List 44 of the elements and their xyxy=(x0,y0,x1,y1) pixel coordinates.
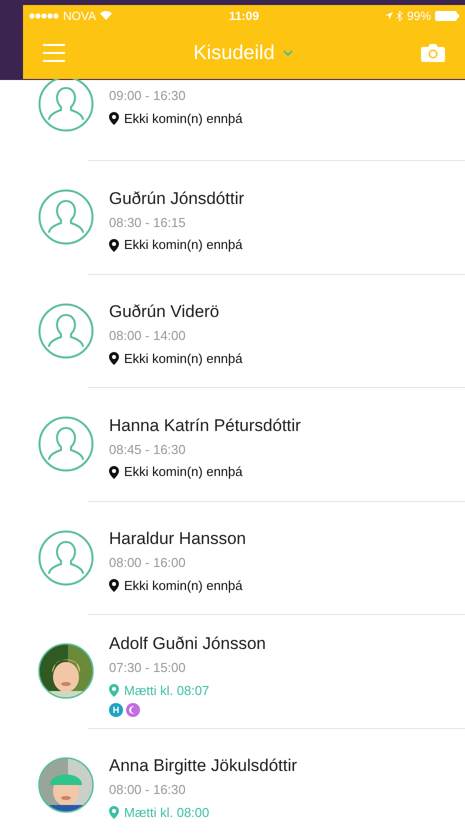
attendance-status: Ekki komin(n) ennþá xyxy=(124,350,242,368)
child-row[interactable]: Adolf Guðni Jónsson 07:30 - 15:00 Mætti kl. 08:07 H xyxy=(0,614,465,728)
user-icon xyxy=(38,302,94,359)
user-icon xyxy=(38,76,94,132)
bluetooth-icon xyxy=(396,10,403,20)
camera-button[interactable] xyxy=(421,44,445,62)
child-name: Adolf Guðni Jónsson xyxy=(109,633,266,656)
attendance-status: Ekki komin(n) ennþá xyxy=(124,110,242,128)
signal-icon xyxy=(29,12,59,18)
child-name: Hanna Katrín Pétursdóttir xyxy=(109,414,301,437)
attendance-status: Mætti kl. 08:00 xyxy=(124,804,210,822)
attendance-status: Mætti kl. 08:07 xyxy=(124,682,210,700)
child-row[interactable]: Guðrún Viderö 08:00 - 14:00 Ekki komin(n) ennþá xyxy=(0,274,465,387)
child-name: Anna Birgitte Jökulsdóttir xyxy=(109,755,298,778)
clock: 11:09 xyxy=(228,8,260,24)
user-icon xyxy=(38,530,94,586)
battery-icon xyxy=(435,10,459,20)
user-icon xyxy=(38,189,94,246)
user-icon xyxy=(38,416,94,472)
attendance-status: Ekki komin(n) ennþá xyxy=(124,463,242,482)
child-row[interactable]: Anna Birgitte Jökulsdóttir 08:00 - 16:30 Mætti kl. 08:00 xyxy=(0,728,465,838)
battery-level: 99% xyxy=(406,8,431,24)
attendance-status: Ekki komin(n) ennþá xyxy=(124,576,242,595)
schedule-time: 09:00 - 16:30 xyxy=(109,87,187,105)
menu-button[interactable] xyxy=(43,44,65,62)
carrier: NOVA xyxy=(63,8,96,24)
child-row[interactable]: Guðrún Jónsdóttir 08:30 - 16:15 Ekki komin(n) ennþá xyxy=(0,160,465,274)
badge: H xyxy=(109,703,123,718)
location-arrow-icon xyxy=(384,12,393,20)
schedule-time: 07:30 - 15:00 xyxy=(109,659,187,678)
attendance-status: Ekki komin(n) ennþá xyxy=(124,236,242,254)
child-name: Guðrún Jónsdóttir xyxy=(109,188,244,210)
chevron-down-icon xyxy=(282,50,293,56)
wifi-icon xyxy=(100,11,112,20)
child-name: Guðrún Viderö xyxy=(109,301,220,324)
child-row[interactable]: Haraldur Hansson 08:00 - 16:00 Ekki komin(n) ennþá xyxy=(0,500,465,614)
child-row[interactable]: 09:00 - 16:30 Ekki komin(n) ennþá xyxy=(0,79,465,160)
schedule-time: 08:00 - 16:00 xyxy=(109,554,187,572)
schedule-time: 08:45 - 16:30 xyxy=(109,440,187,459)
schedule-time: 08:00 - 14:00 xyxy=(109,327,187,346)
schedule-time: 08:30 - 16:15 xyxy=(109,214,187,232)
child-name: Haraldur Hansson xyxy=(109,528,246,550)
child-row[interactable]: Hanna Katrín Pétursdóttir 08:45 - 16:30 Ekki komin(n) ennþá xyxy=(0,387,465,500)
schedule-time: 08:00 - 16:30 xyxy=(109,781,187,800)
